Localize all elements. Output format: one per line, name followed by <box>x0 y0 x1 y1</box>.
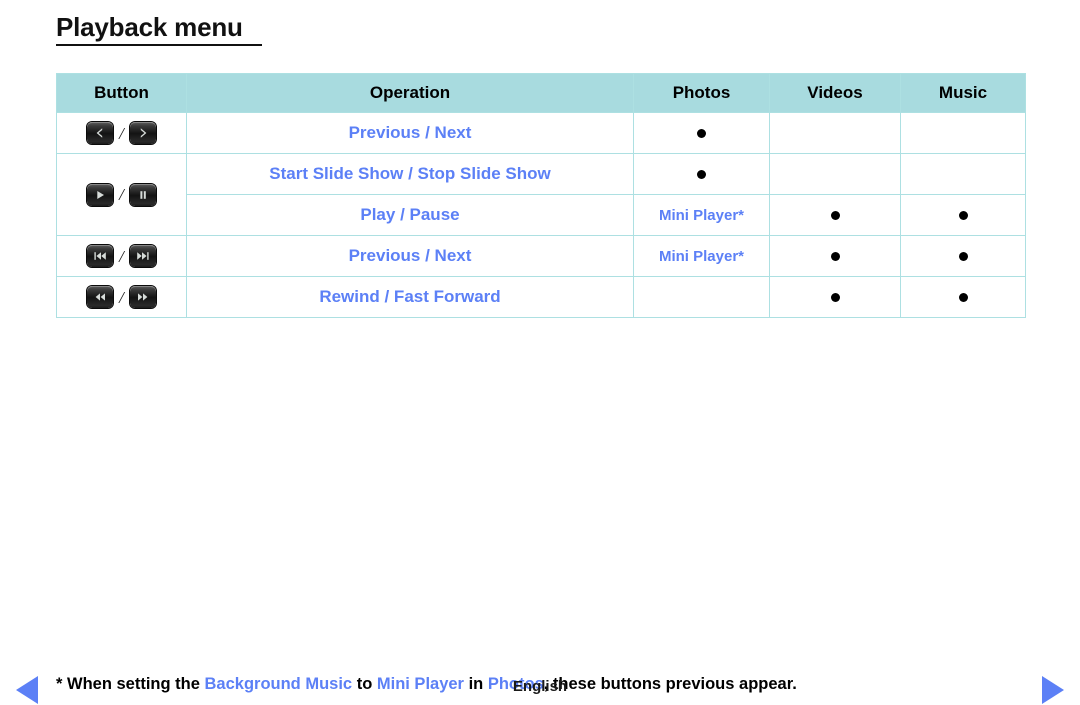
cell-operation: Play / Pause <box>186 194 634 236</box>
cell-photos: Mini Player* <box>633 235 770 277</box>
button-pair: / <box>57 245 186 267</box>
cell-music-empty <box>900 112 1026 154</box>
cell-operation: Rewind / Fast Forward <box>186 276 634 318</box>
dot-icon <box>697 128 706 138</box>
column-header-operation: Operation <box>186 73 634 113</box>
column-header-photos: Photos <box>633 73 770 113</box>
table-row: / Start Slide Show / Stop Slide Show <box>56 153 1026 236</box>
footnote-row: * When setting the Background Music to M… <box>0 336 1080 704</box>
support-dot-videos <box>769 276 901 318</box>
dot-icon <box>830 210 840 220</box>
support-dot-photos <box>633 112 770 154</box>
skip-backward-icon[interactable] <box>87 245 114 267</box>
table-row: / Previous / Next <box>56 112 1026 154</box>
play-icon[interactable] <box>87 183 114 206</box>
button-separator: / <box>119 287 124 307</box>
next-chevron-icon[interactable] <box>129 122 156 144</box>
button-pair: / <box>57 286 186 308</box>
button-pair: / <box>57 183 186 206</box>
cell-photos: Mini Player* <box>633 194 770 236</box>
support-dot-photos <box>633 153 770 195</box>
dot-icon <box>958 251 968 261</box>
skip-forward-icon[interactable] <box>129 245 156 267</box>
table-row: / Previous / Next Mini Player* <box>56 235 1026 277</box>
table-header-row: Button Operation Photos Videos Music <box>56 73 1026 113</box>
cell-music-empty <box>900 153 1026 195</box>
cell-button: / <box>56 153 187 236</box>
footer-language: English <box>512 678 568 695</box>
dot-icon <box>697 169 706 179</box>
cell-button: / <box>56 112 187 154</box>
table-body: / Previous / Next / Start Slide Show / Stop… <box>56 112 1026 318</box>
dot-icon <box>830 251 840 261</box>
prev-chevron-icon[interactable] <box>87 122 114 144</box>
dot-icon <box>830 292 840 302</box>
playback-menu-table: Button Operation Photos Videos Music / Pr… <box>56 73 1026 318</box>
rewind-icon[interactable] <box>87 286 114 308</box>
cell-operation: Start Slide Show / Stop Slide Show <box>186 153 634 195</box>
page-title: Playback menu <box>56 12 243 42</box>
button-separator: / <box>119 246 124 266</box>
column-header-music: Music <box>900 73 1026 113</box>
cell-videos-empty <box>769 112 901 154</box>
support-dot-videos <box>769 235 901 277</box>
button-separator: / <box>119 185 124 204</box>
title-underline <box>56 44 262 46</box>
column-header-videos: Videos <box>769 73 901 113</box>
cell-videos-empty <box>769 153 901 195</box>
dot-icon <box>958 210 968 220</box>
dot-icon <box>958 292 968 302</box>
cell-photos-empty <box>633 276 770 318</box>
column-header-button: Button <box>56 73 187 113</box>
table-row: / Rewind / Fast Forward <box>56 276 1026 318</box>
cell-button: / <box>56 276 187 318</box>
fast-forward-icon[interactable] <box>129 286 156 308</box>
table-row: Play / Pause Mini Player* <box>57 194 1026 236</box>
support-dot-music <box>900 235 1026 277</box>
pause-icon[interactable] <box>129 183 156 206</box>
cell-operation: Previous / Next <box>186 112 634 154</box>
button-separator: / <box>119 123 124 143</box>
support-dot-music <box>900 194 1026 236</box>
support-dot-music <box>900 276 1026 318</box>
cell-operation: Previous / Next <box>186 235 634 277</box>
cell-button: / <box>56 235 187 277</box>
support-dot-videos <box>769 194 901 236</box>
button-pair: / <box>57 122 186 144</box>
